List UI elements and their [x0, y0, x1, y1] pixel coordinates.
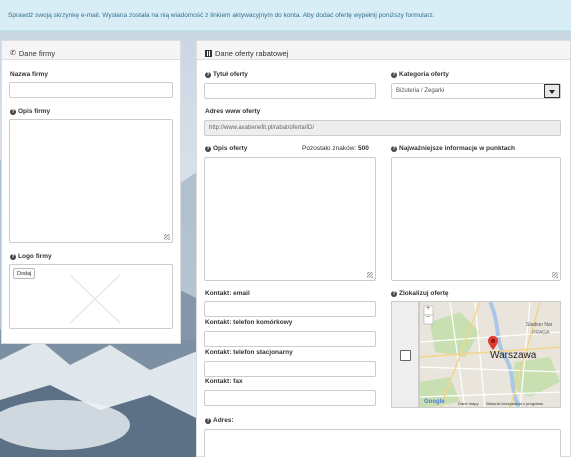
- activation-alert: Sprawdź swoją skrzynkę e-mail. Wysłana z…: [0, 0, 571, 31]
- company-desc-label: ? Opis firmy: [10, 108, 51, 115]
- remaining-chars: Pozostało znaków: 500: [302, 145, 369, 152]
- placeholder-image-icon: [69, 274, 121, 324]
- offer-category-select[interactable]: Biżuteria / Zegarki: [391, 83, 561, 99]
- remaining-count: 500: [358, 145, 369, 152]
- company-desc-textarea[interactable]: [9, 119, 173, 243]
- logo-upload-box[interactable]: Dodaj: [9, 264, 173, 329]
- question-icon: ?: [10, 253, 16, 260]
- highlights-label: ? Najważniejsze informacje w punktach: [391, 145, 515, 152]
- offer-category-value: Biżuteria / Zegarki: [396, 88, 445, 94]
- highlights-textarea[interactable]: [391, 157, 561, 281]
- question-icon: ?: [391, 145, 397, 152]
- offer-desc-label: ? Opis oferty: [205, 145, 248, 152]
- company-logo-label: ? Logo firmy: [10, 253, 52, 260]
- question-icon: ?: [205, 145, 211, 152]
- map-district-label-2: PRAGA: [532, 330, 550, 336]
- question-icon: ?: [391, 290, 397, 297]
- locate-checkbox[interactable]: [400, 350, 411, 361]
- offer-panel-header: Dane oferty rabatowej: [197, 41, 570, 60]
- question-icon: ?: [10, 108, 16, 115]
- contact-mobile-label: Kontakt: telefon komórkowy: [205, 319, 293, 326]
- resize-handle[interactable]: [164, 234, 170, 240]
- offer-url-label: Adres www oferty: [205, 108, 261, 115]
- zoom-in-button[interactable]: +: [426, 305, 430, 312]
- company-name-input[interactable]: [9, 82, 173, 98]
- contact-fax-label: Kontakt: fax: [205, 378, 243, 385]
- offer-title-input[interactable]: [204, 83, 376, 99]
- resize-handle[interactable]: [552, 272, 558, 278]
- offer-panel-title: Dane oferty rabatowej: [215, 48, 289, 58]
- contact-email-label: Kontakt: email: [205, 290, 250, 297]
- locate-offer-label: ? Zlokalizuj ofertę: [391, 290, 449, 297]
- question-icon: ?: [205, 71, 211, 78]
- qr-code-icon: [205, 49, 212, 57]
- offer-category-label: ? Kategoria oferty: [391, 71, 449, 78]
- company-panel-header: ✆ Dane firmy: [2, 41, 180, 60]
- contact-landline-input[interactable]: [204, 361, 376, 377]
- question-icon: ?: [205, 417, 211, 424]
- map-city-label: Warszawa: [490, 350, 537, 361]
- phone-icon: ✆: [10, 50, 16, 57]
- locate-checkbox-cell: [391, 301, 419, 408]
- map-pin-icon: [488, 336, 498, 350]
- company-panel: ✆ Dane firmy Nazwa firmy ? Opis firmy ? …: [1, 40, 181, 344]
- alert-text: Sprawdź swoją skrzynkę e-mail. Wysłana z…: [8, 12, 435, 19]
- contact-fax-input[interactable]: [204, 390, 376, 406]
- map-terms-link[interactable]: Warunki korzystania z programu: [486, 401, 543, 406]
- resize-handle[interactable]: [367, 272, 373, 278]
- company-name-label: Nazwa firmy: [10, 71, 48, 78]
- address-label: ? Adres:: [205, 417, 234, 424]
- offer-desc-textarea[interactable]: [204, 157, 376, 281]
- contact-email-input[interactable]: [204, 301, 376, 317]
- map-district-label: Stadion Nar: [526, 322, 553, 328]
- offer-panel: Dane oferty rabatowej ? Tytuł oferty ? K…: [196, 40, 571, 457]
- location-map[interactable]: + − Warszawa Stadion Nar PRAGA Google Da…: [419, 301, 561, 408]
- offer-title-label: ? Tytuł oferty: [205, 71, 248, 78]
- address-textarea[interactable]: [204, 429, 561, 457]
- add-logo-button[interactable]: Dodaj: [13, 268, 36, 279]
- contact-mobile-input[interactable]: [204, 331, 376, 347]
- question-icon: ?: [391, 71, 397, 78]
- offer-url-field: http://www.axabenefit.pl/rabat/oferta/ID…: [204, 120, 561, 136]
- chevron-down-icon[interactable]: [544, 84, 560, 98]
- map-data-link[interactable]: Dane mapy: [458, 401, 478, 406]
- zoom-out-button[interactable]: −: [426, 314, 430, 321]
- company-panel-title: Dane firmy: [18, 48, 56, 58]
- contact-landline-label: Kontakt: telefon stacjonarny: [205, 349, 293, 356]
- google-logo: Google: [424, 399, 445, 405]
